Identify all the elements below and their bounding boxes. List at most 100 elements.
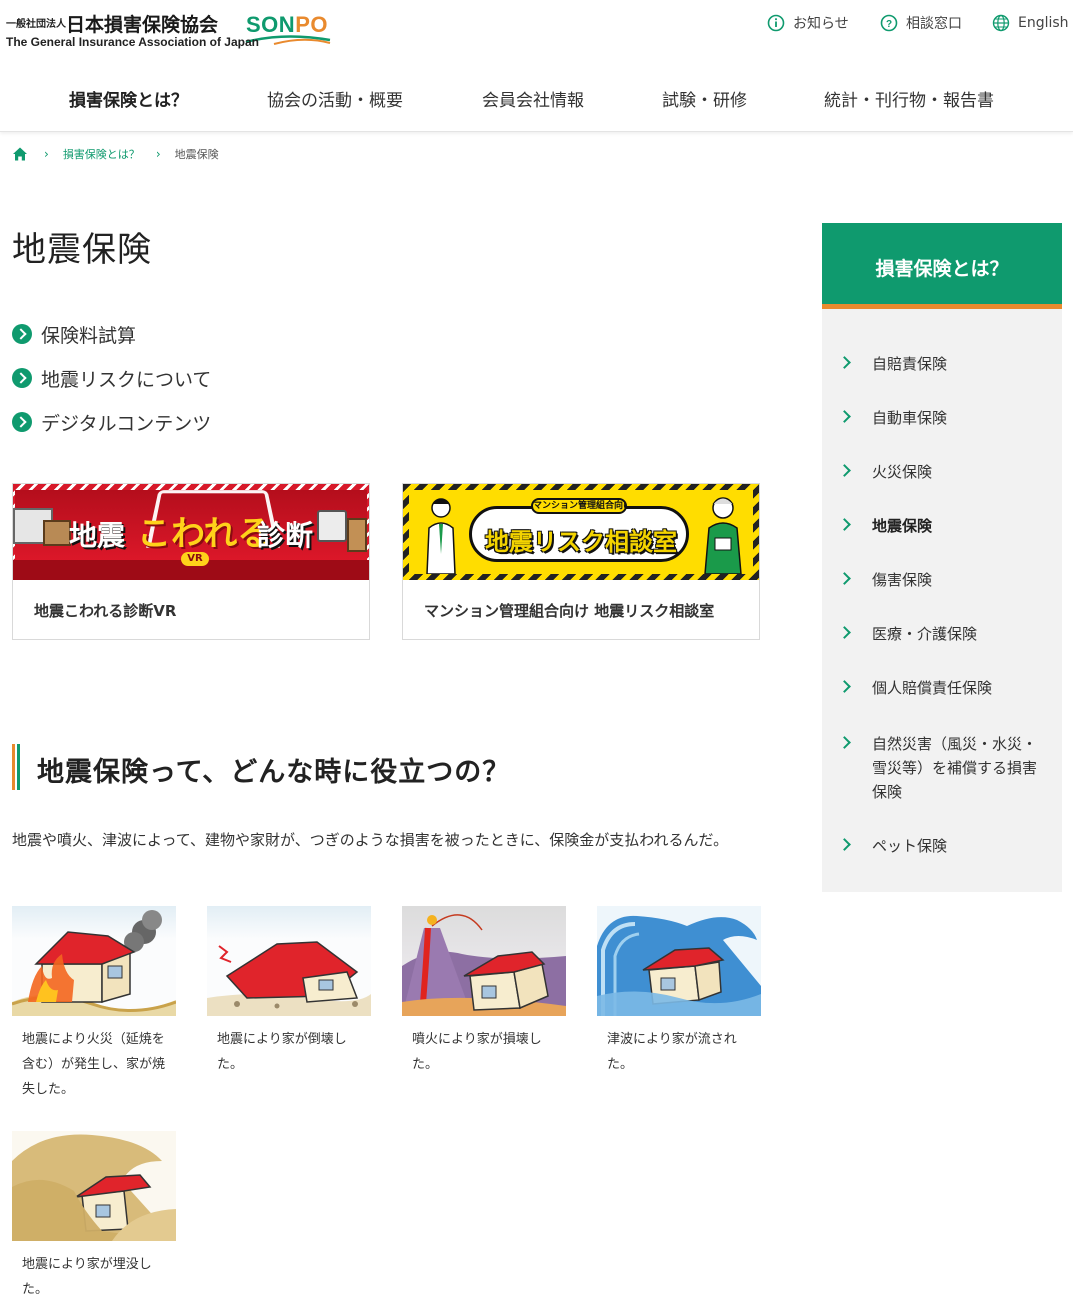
nav-exams-training[interactable]: 試験・研修 <box>662 86 747 111</box>
banner-text-broken: こわれる <box>137 514 272 554</box>
sidebar-item-pet[interactable]: ペット保険 <box>822 834 1062 858</box>
damage-item-collapse: 地震により家が倒壊した。 <box>207 906 371 1077</box>
section-intro: 地震や噴火、津波によって、建物や家財が、つぎのような損害を被ったときに、保険金が… <box>12 831 729 849</box>
sidebar-item-label: 自動車保険 <box>872 409 948 427</box>
damage-caption: 津波により家が流された。 <box>607 1032 737 1072</box>
damage-item-buried: 地震により家が埋没した。 <box>12 1131 176 1302</box>
chevron-right-icon: › <box>155 147 161 161</box>
news-label: お知らせ <box>793 16 849 32</box>
card-vr-diagnosis[interactable]: 地震 こわれる 診断 VR 地震こわれる診断VR <box>12 483 370 640</box>
home-icon[interactable] <box>12 146 28 162</box>
chevron-right-icon <box>838 572 851 585</box>
damage-item-fire: 地震により火災（延焼を含む）が発生し、家が焼失した。 <box>12 906 176 1102</box>
chevron-circle-icon <box>12 412 32 432</box>
chevron-right-icon: › <box>44 147 49 161</box>
consult-label: 相談窓口 <box>906 16 962 32</box>
illustration-collapse <box>207 906 371 1016</box>
chevron-circle-icon <box>12 368 32 388</box>
sidebar-item-natural-disaster[interactable]: 自然災害（風災・水災・雪災等）を補償する損害保険 <box>822 732 1062 804</box>
illustration-tsunami <box>597 906 761 1016</box>
anchor-digital-contents[interactable]: デジタルコンテンツ <box>12 400 211 444</box>
sidebar-item-label: 地震保険 <box>872 517 933 535</box>
sidebar: 損害保険とは？ 自賠責保険 自動車保険 火災保険 地震保険 傷害保険 医療・介護… <box>822 223 1062 892</box>
breadcrumb: › 損害保険とは？ › 地震保険 <box>12 145 219 163</box>
anchor-label: 地震リスクについて <box>41 368 212 391</box>
person-illustration-icon <box>704 497 742 574</box>
nav-activities[interactable]: 協会の活動・概要 <box>267 86 403 111</box>
buried-house-icon <box>12 1134 176 1241</box>
banner-text-diagnosis: 診断 <box>257 519 314 552</box>
card-label: マンション管理組合向け 地震リスク相談室 <box>424 602 715 620</box>
nav-member-companies[interactable]: 会員会社情報 <box>482 86 584 111</box>
box-icon <box>43 520 71 546</box>
sidebar-heading-label: 損害保険とは？ <box>875 258 1009 280</box>
nav-statistics[interactable]: 統計・刊行物・報告書 <box>824 86 994 111</box>
chevron-right-icon <box>838 518 851 531</box>
sidebar-item-liability[interactable]: 個人賠償責任保険 <box>822 676 1062 700</box>
banner-vr-badge: VR <box>181 552 209 566</box>
house-fire-icon <box>12 910 176 1016</box>
anchor-label: デジタルコンテンツ <box>41 412 212 435</box>
damage-caption: 地震により火災（延焼を含む）が発生し、家が焼失した。 <box>22 1032 166 1097</box>
site-header: 一般社団法人日本損害保険協会 SONPO The General Insuran… <box>0 0 1073 132</box>
collapsed-house-icon <box>207 941 371 1016</box>
chevron-right-icon <box>838 626 851 639</box>
section-title: 地震保険って、どんな時に役立つの？ <box>37 757 511 788</box>
heading-accent-bar <box>17 744 20 790</box>
chevron-right-icon <box>838 736 851 749</box>
question-icon: ? <box>880 14 898 32</box>
washer-icon <box>317 510 347 542</box>
consult-link[interactable]: ? 相談窓口 <box>880 12 962 34</box>
sidebar-item-label: ペット保険 <box>872 837 948 855</box>
english-label: English <box>1018 15 1069 31</box>
english-link[interactable]: English <box>992 12 1069 34</box>
svg-text:?: ? <box>886 19 892 30</box>
logo-prefix: 一般社団法人 <box>6 19 66 30</box>
card-label: 地震こわれる診断VR <box>34 602 177 620</box>
sidebar-item-accident[interactable]: 傷害保険 <box>822 568 1062 592</box>
site-logo[interactable]: 一般社団法人日本損害保険協会 SONPO The General Insuran… <box>6 10 336 52</box>
logo-japanese: 一般社団法人日本損害保険協会 <box>6 10 218 37</box>
sidebar-item-label: 火災保険 <box>872 463 933 481</box>
volcano-house-icon <box>402 914 566 1016</box>
nav-about-insurance[interactable]: 損害保険とは？ <box>69 86 188 111</box>
banner-text-earthquake: 地震 <box>69 519 126 552</box>
person-illustration-icon <box>426 498 456 574</box>
breadcrumb-link-about[interactable]: 損害保険とは？ <box>63 146 140 162</box>
globe-icon <box>992 14 1010 32</box>
sidebar-item-label: 傷害保険 <box>872 571 933 589</box>
sidebar-item-fire[interactable]: 火災保険 <box>822 460 1062 484</box>
heading-accent-bar <box>12 744 15 790</box>
sidebar-item-label: 個人賠償責任保険 <box>872 679 993 697</box>
page-title: 地震保険 <box>12 230 152 270</box>
sidebar-item-jibaiseki[interactable]: 自賠責保険 <box>822 352 1062 376</box>
illustration-eruption <box>402 906 566 1016</box>
sidebar-item-earthquake[interactable]: 地震保険 <box>822 514 1062 538</box>
furniture-icon <box>347 518 367 552</box>
chevron-right-icon <box>838 680 851 693</box>
sidebar-item-medical[interactable]: 医療・介護保険 <box>822 622 1062 646</box>
sidebar-item-label: 医療・介護保険 <box>872 625 978 643</box>
chevron-circle-icon <box>12 324 32 344</box>
sidebar-item-label: 自賠責保険 <box>872 355 948 373</box>
chevron-right-icon <box>838 410 851 423</box>
tsunami-house-icon <box>597 915 761 1016</box>
anchor-label: 保険料試算 <box>41 324 137 347</box>
sidebar-heading[interactable]: 損害保険とは？ <box>822 223 1062 309</box>
logo-name: 日本損害保険協会 <box>66 14 219 36</box>
banner-risk-consultation: マンション管理組合向け 地震リスク相談室 <box>403 484 759 580</box>
banner-tag: マンション管理組合向け <box>531 498 627 514</box>
anchor-list: 保険料試算 地震リスクについて デジタルコンテンツ <box>12 312 211 444</box>
anchor-earthquake-risk[interactable]: 地震リスクについて <box>12 356 211 400</box>
sidebar-item-auto[interactable]: 自動車保険 <box>822 406 1062 430</box>
card-risk-consultation[interactable]: マンション管理組合向け 地震リスク相談室 マンション管理組合向け 地震リスク相談… <box>402 483 760 640</box>
damage-caption: 地震により家が倒壊した。 <box>217 1032 347 1072</box>
damage-item-eruption: 噴火により家が損壊した。 <box>402 906 566 1077</box>
news-link[interactable]: お知らせ <box>767 12 849 34</box>
sidebar-item-label: 自然災害（風災・水災・雪災等）を補償する損害保険 <box>872 735 1038 801</box>
section-heading: 地震保険って、どんな時に役立つの？ <box>12 744 772 790</box>
damage-caption: 噴火により家が損壊した。 <box>412 1032 542 1072</box>
banner-main-text: 地震リスク相談室 <box>485 528 677 556</box>
anchor-premium-calc[interactable]: 保険料試算 <box>12 312 211 356</box>
illustration-buried <box>12 1131 176 1241</box>
